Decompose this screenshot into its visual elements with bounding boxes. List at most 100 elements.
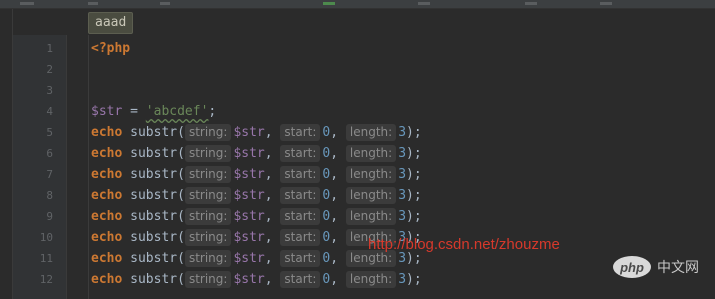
punctuation: , [330,272,339,287]
site-logo: php 中文网 [613,254,709,280]
code-line[interactable]: 1 <?php [0,38,715,59]
param-hint: length: [345,145,397,162]
punctuation: ; [208,104,217,119]
echo-keyword: echo [91,230,123,245]
punctuation: , [330,167,339,182]
code-line[interactable]: 3 [0,80,715,101]
punctuation: ); [406,209,422,224]
watermark-url: http://blog.csdn.net/zhouzme [368,236,560,253]
code-line[interactable]: 5 echo substr(string: $str, start: 0, lengt… [0,122,715,143]
line-code: $str = 'abcdef'; [91,101,216,122]
breadcrumb[interactable]: aaad [88,12,134,34]
strip-mark [20,2,34,5]
argument-variable: $str [233,272,265,287]
param-hint: start: [280,250,321,267]
code-line[interactable]: 12 echo substr(string: $str, start: 0, leng… [0,269,715,290]
line-code: echo substr(string: $str, start: 0, length… [91,269,422,290]
argument-number: 3 [398,209,407,224]
param-hint: start: [280,124,321,141]
punctuation: , [330,230,339,245]
param-hint: start: [280,187,321,204]
line-number: 8 [46,189,53,202]
param-hint: string: [184,271,232,288]
argument-number: 3 [398,272,407,287]
echo-keyword: echo [91,272,123,287]
echo-keyword: echo [91,125,123,140]
line-number: 3 [46,84,53,97]
logo-text: 中文网 [657,259,699,275]
function-call: substr( [122,188,185,203]
punctuation: ); [406,167,422,182]
function-call: substr( [122,272,185,287]
editor-tab-strip [0,0,715,9]
punctuation: , [330,146,339,161]
punctuation: , [330,188,339,203]
punctuation: , [264,167,273,182]
code-line[interactable]: 7 echo substr(string: $str, start: 0, lengt… [0,164,715,185]
argument-number: 3 [398,125,407,140]
param-hint: string: [184,166,232,183]
line-code: echo substr(string: $str, start: 0, length… [91,206,422,227]
echo-keyword: echo [91,167,123,182]
param-hint: string: [184,187,232,204]
argument-number: 3 [398,251,407,266]
php-logo-mark: php [613,256,651,278]
line-code: echo substr(string: $str, start: 0, length… [91,164,422,185]
argument-variable: $str [233,251,265,266]
line-code: echo substr(string: $str, start: 0, length… [91,122,422,143]
echo-keyword: echo [91,188,123,203]
function-call: substr( [122,146,185,161]
line-number: 6 [46,147,53,160]
param-hint: length: [345,208,397,225]
variable: $str [91,104,123,119]
code-line[interactable]: 2 [0,59,715,80]
argument-number: 3 [398,146,407,161]
argument-variable: $str [233,209,265,224]
code-line[interactable]: 9 echo substr(string: $str, start: 0, lengt… [0,206,715,227]
function-call: substr( [122,230,185,245]
code-line[interactable]: 4 $str = 'abcdef'; [0,101,715,122]
param-hint: length: [345,271,397,288]
strip-mark [418,2,430,5]
strip-mark [88,2,98,5]
line-code: <?php [91,38,130,59]
code-line[interactable]: 11 echo substr(string: $str, start: 0, leng… [0,248,715,269]
punctuation: , [264,188,273,203]
line-number: 11 [39,252,53,265]
function-call: substr( [122,251,185,266]
punctuation: ); [406,272,422,287]
punctuation: ); [406,188,422,203]
argument-variable: $str [233,188,265,203]
argument-variable: $str [233,146,265,161]
line-number: 7 [46,168,53,181]
argument-variable: $str [233,230,265,245]
param-hint: string: [184,250,232,267]
line-number: 12 [39,273,53,286]
param-hint: start: [280,208,321,225]
argument-number: 3 [398,188,407,203]
code-line[interactable]: 10 echo substr(string: $str, start: 0, leng… [0,227,715,248]
param-hint: string: [184,145,232,162]
line-number: 10 [39,231,53,244]
punctuation: , [264,251,273,266]
param-hint: length: [345,166,397,183]
code-line[interactable]: 8 echo substr(string: $str, start: 0, lengt… [0,185,715,206]
strip-mark [160,2,170,5]
param-hint: start: [280,271,321,288]
line-number: 9 [46,210,53,223]
param-hint: length: [345,187,397,204]
param-hint: string: [184,124,232,141]
echo-keyword: echo [91,251,123,266]
punctuation: , [264,125,273,140]
punctuation: ); [406,146,422,161]
code-line[interactable]: 6 echo substr(string: $str, start: 0, lengt… [0,143,715,164]
strip-mark [600,2,612,5]
param-hint: start: [280,145,321,162]
punctuation: ); [406,125,422,140]
punctuation: , [330,125,339,140]
param-hint: string: [184,208,232,225]
line-number: 5 [46,126,53,139]
line-number: 4 [46,105,53,118]
punctuation: ); [406,251,422,266]
argument-variable: $str [233,167,265,182]
